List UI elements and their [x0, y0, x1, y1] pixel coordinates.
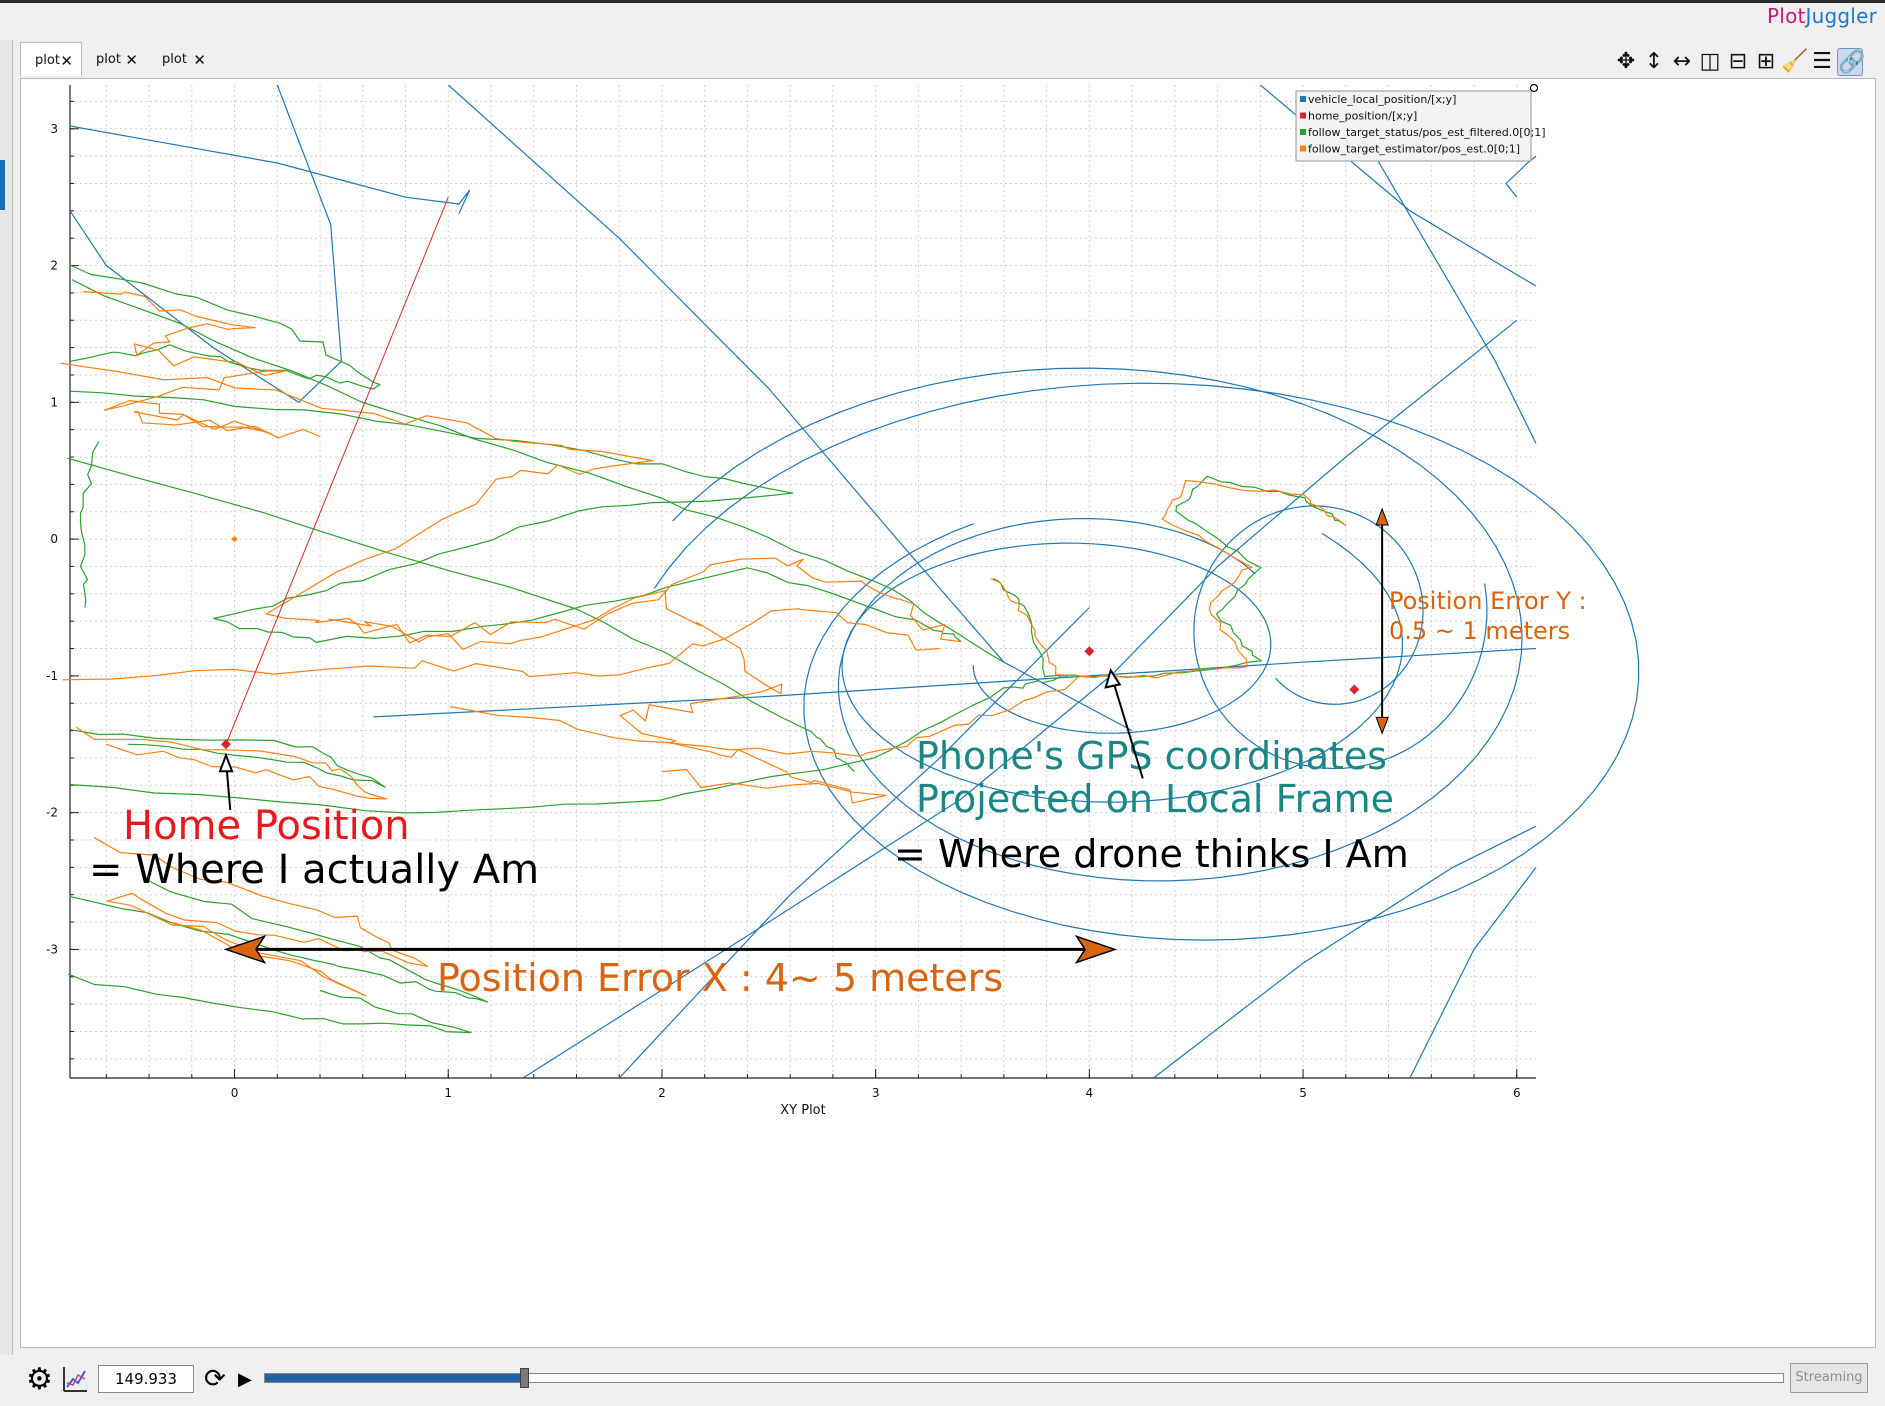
estimator-trace-line	[990, 479, 1347, 679]
filtered-trace-line	[67, 457, 855, 773]
vehicle-trace-line	[69, 84, 342, 403]
annotation-error-y-value: 0.5 ~ 1 meters	[1389, 617, 1570, 645]
split-horizontal-icon[interactable]: ◫	[1697, 48, 1723, 76]
loop-icon[interactable]: ⟳	[204, 1363, 226, 1395]
play-icon[interactable]: ▶	[238, 1367, 252, 1393]
clear-icon[interactable]: 🧹	[1781, 48, 1808, 76]
annotation-error-x: Position Error X : 4~ 5 meters	[437, 956, 1003, 1000]
plot-axes	[69, 85, 1536, 1079]
time-slider-handle[interactable]	[520, 1368, 530, 1388]
y-tick-label: -1	[46, 669, 58, 683]
annotation-gps: Phone's GPS coordinates	[916, 734, 1387, 778]
link-icon[interactable]: 🔗	[1837, 48, 1865, 76]
tab-plot-2[interactable]: plot ✕	[82, 42, 146, 76]
move-icon[interactable]: ✥	[1613, 48, 1639, 76]
add-plot-icon[interactable]: ⊞	[1753, 48, 1779, 76]
playback-bar: ⚙ 149.933 ⟳ ▶ Streaming	[0, 1355, 1885, 1406]
left-side-panel[interactable]	[0, 40, 13, 1360]
filtered-trace-line	[67, 973, 472, 1034]
zoom-vertical-icon[interactable]: ↕	[1641, 48, 1667, 76]
annotation-projected: Projected on Local Frame	[916, 777, 1394, 821]
time-slider[interactable]	[264, 1368, 1784, 1388]
estimator-marker	[232, 536, 238, 542]
legend-entry: vehicle_local_position/[x;y]	[1308, 93, 1456, 106]
x-tick-label: 2	[658, 1086, 666, 1100]
close-icon[interactable]: ✕	[193, 42, 206, 78]
x-tick-label: 6	[1513, 1086, 1521, 1100]
annotation-actual-location: = Where I actually Am	[89, 847, 539, 893]
filtered-trace-line	[69, 264, 381, 390]
home-position-marker	[1349, 684, 1360, 695]
legend-icon[interactable]: ☰	[1809, 48, 1835, 76]
y-tick-label: -3	[46, 942, 58, 956]
x-tick-label: 1	[444, 1086, 452, 1100]
annotation-drone-belief: = Where drone thinks I Am	[894, 832, 1409, 876]
close-icon[interactable]: ✕	[125, 42, 138, 78]
tab-plot-1[interactable]: plot ✕	[20, 42, 82, 76]
annotation-error-y: Position Error Y :	[1389, 587, 1587, 615]
vehicle-trace-line	[69, 125, 471, 214]
annotation-home-position: Home Position	[123, 803, 410, 849]
settings-gear-icon[interactable]: ⚙	[26, 1363, 53, 1397]
arrowhead-gps	[1104, 668, 1122, 689]
estimator-trace-line	[75, 726, 388, 800]
legend-entry: home_position/[x;y]	[1308, 110, 1417, 123]
estimator-trace-line	[60, 362, 962, 644]
y-tick-label: 3	[50, 122, 58, 136]
x-tick-label: 3	[872, 1086, 880, 1100]
legend-handle	[1529, 83, 1539, 93]
filtered-trace-line	[70, 390, 962, 643]
legend-entry: follow_target_status/pos_est_filtered.0[…	[1308, 126, 1546, 139]
streaming-button[interactable]: Streaming	[1790, 1363, 1868, 1393]
x-tick-label: 4	[1086, 1086, 1094, 1100]
legend-swatch	[1300, 112, 1306, 119]
xy-plot[interactable]: 0 1 2 3 4 5 6 3 2 1 0 -1 -2 -3 Home Position= Where I…	[21, 79, 1875, 1347]
y-tick-label: -2	[46, 806, 58, 820]
plot-area[interactable]: 0 1 2 3 4 5 6 3 2 1 0 -1 -2 -3 Home Position = Where I…	[20, 78, 1876, 1348]
zoom-horizontal-icon[interactable]: ↔	[1669, 48, 1695, 76]
home-position-marker	[1084, 646, 1095, 657]
legend-swatch	[1300, 129, 1306, 135]
home-position-trace	[225, 197, 449, 745]
y-tick-label: 2	[50, 259, 58, 273]
y-tick-label: 1	[50, 395, 58, 409]
legend-swatch	[1300, 96, 1306, 102]
estimator-trace-line	[82, 291, 321, 439]
estimator-trace-line	[328, 590, 887, 804]
estimator-trace-line	[62, 608, 940, 681]
vehicle-trace-line	[1505, 155, 1537, 198]
filtered-trace-line	[69, 880, 489, 1003]
legend-entry: follow_target_estimator/pos_est.0[0;1]	[1308, 143, 1520, 156]
annotations: Home Position= Where I actually Am Phone'…	[89, 507, 1587, 1000]
app-brand: PlotJuggler	[1767, 4, 1877, 28]
plot-grid	[70, 85, 1536, 1078]
plot-legend: vehicle_local_position/[x;y] home_positio…	[1295, 83, 1546, 162]
x-tick-label: 0	[231, 1086, 239, 1100]
legend-swatch	[1300, 145, 1306, 152]
window-top-border	[0, 0, 1885, 3]
plot-toolbar: ✥ ↕ ↔ ◫ ⊟ ⊞ 🧹 ☰ 🔗	[1613, 48, 1873, 80]
y-tick-label: 0	[50, 532, 58, 546]
split-vertical-icon[interactable]: ⊟	[1725, 48, 1751, 76]
x-tick-label: 5	[1299, 1086, 1307, 1100]
home-position-line	[225, 197, 449, 745]
side-panel-marker	[0, 160, 5, 210]
home-position-marker	[221, 739, 232, 750]
time-input[interactable]: 149.933	[98, 1365, 194, 1393]
time-slider-fill	[265, 1374, 524, 1382]
close-icon[interactable]: ✕	[60, 43, 73, 79]
vehicle-trace-line	[373, 647, 1537, 718]
chart-icon[interactable]	[62, 1365, 88, 1393]
tab-plot-3[interactable]: plot ✕	[148, 42, 214, 76]
x-axis-label: XY Plot	[780, 1103, 825, 1118]
